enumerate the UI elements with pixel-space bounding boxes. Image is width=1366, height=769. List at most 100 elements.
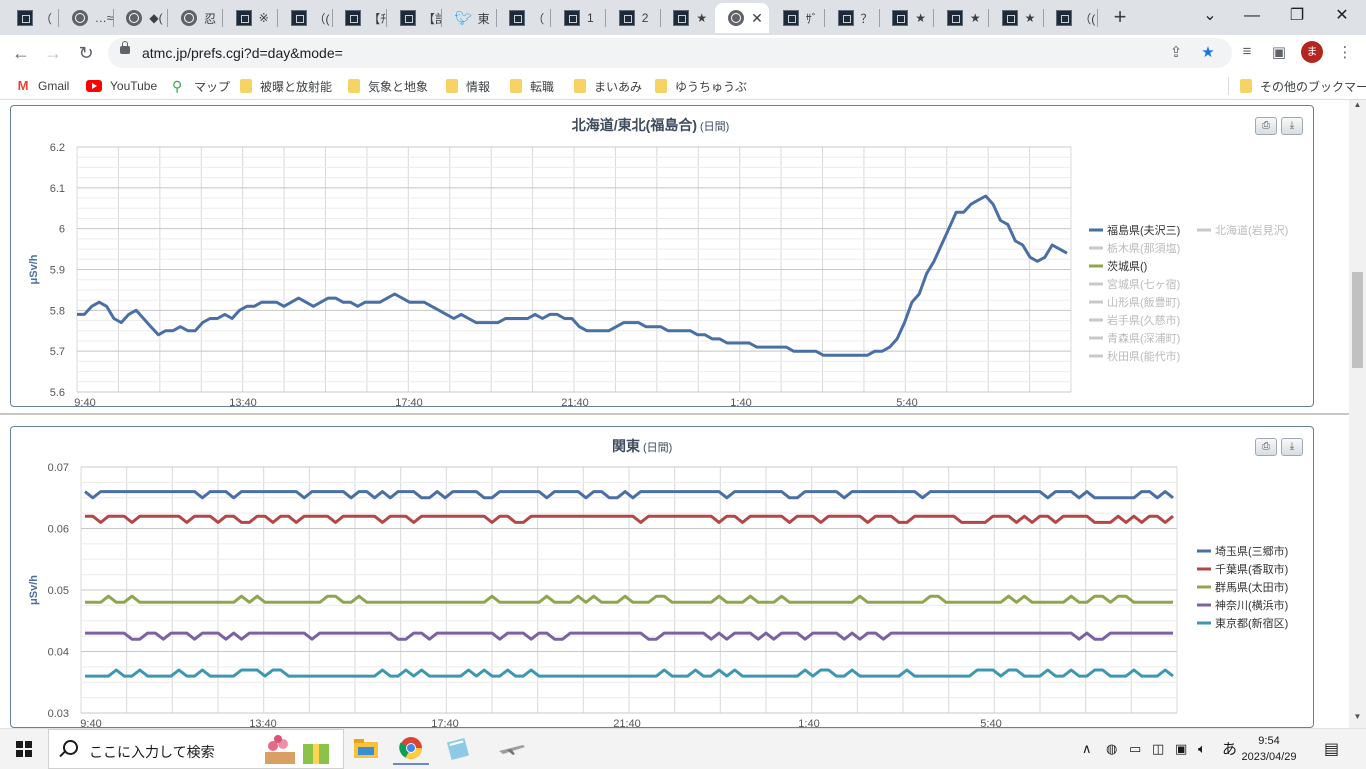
volume-icon[interactable]: 🔈︎: [1198, 741, 1206, 757]
tab-title: （: [40, 11, 53, 26]
browser-tab[interactable]: ✕: [715, 3, 770, 33]
browser-tab[interactable]: ★: [989, 3, 1043, 33]
legend-item: 秋田県(能代市): [1107, 349, 1180, 363]
download-chart-button[interactable]: ⤓: [1281, 438, 1303, 456]
display-icon[interactable]: ◫: [1152, 741, 1164, 757]
bookmark-label: Gmail: [38, 79, 70, 93]
y-tick-label: 0.05: [48, 585, 69, 597]
tab-title: （: [532, 11, 545, 26]
bookmark-item[interactable]: 転職: [510, 77, 554, 95]
x-tick-label: 1:40: [730, 397, 751, 406]
tab-title: （(: [313, 11, 330, 26]
show-hidden-icons[interactable]: ∧: [1082, 741, 1092, 757]
file-explorer-icon[interactable]: [348, 733, 384, 765]
start-button[interactable]: [16, 741, 32, 757]
browser-tab[interactable]: ★: [934, 3, 988, 33]
side-panel-icon[interactable]: ▣: [1268, 43, 1290, 63]
chart-subtitle: (日間): [700, 120, 729, 133]
forward-button[interactable]: →: [41, 41, 65, 65]
reload-button[interactable]: ↻: [74, 41, 98, 65]
bookmark-item[interactable]: ⚲ マップ: [172, 77, 230, 95]
close-tab-icon[interactable]: ✕: [751, 10, 763, 27]
tab-title: ※: [258, 11, 269, 25]
airplane-app-icon[interactable]: [493, 733, 529, 765]
y-axis-label: μSv/h: [28, 254, 40, 284]
tab-title: 忍: [204, 11, 217, 26]
bookmark-item[interactable]: ゆうちゅうぶ: [655, 77, 747, 95]
minimize-button[interactable]: —: [1230, 4, 1274, 28]
chrome-taskbar-icon[interactable]: [393, 733, 429, 765]
other-bookmarks[interactable]: その他のブックマーク: [1240, 77, 1366, 95]
browser-tab[interactable]: （(: [278, 3, 332, 33]
browser-tab[interactable]: …≈: [59, 3, 113, 33]
browser-tab[interactable]: 忍: [168, 3, 222, 33]
meet-now-icon[interactable]: ◍: [1106, 741, 1117, 757]
browser-tab[interactable]: 2: [606, 3, 660, 33]
x-tick-label: 9:40: [74, 397, 95, 406]
bookmark-item[interactable]: 被曝と放射能: [240, 77, 332, 95]
y-tick-label: 6.2: [50, 142, 65, 154]
browser-tab[interactable]: ★: [879, 3, 933, 33]
network-device-icon[interactable]: ▭: [1129, 741, 1141, 757]
tab-title: 【ﾁ: [368, 11, 387, 26]
browser-tab[interactable]: （: [4, 3, 58, 33]
bookmark-star-icon[interactable]: ★: [1198, 43, 1218, 63]
network-icon[interactable]: ▣: [1175, 741, 1187, 757]
taskbar-clock[interactable]: 9:54 2023/04/29: [1236, 733, 1302, 765]
bookmark-label: ゆうちゅうぶ: [675, 79, 748, 94]
back-button[interactable]: ←: [9, 41, 33, 65]
globe-icon: [728, 10, 745, 26]
profile-avatar[interactable]: ま: [1301, 41, 1323, 63]
bookmark-item[interactable]: M Gmail: [16, 77, 70, 95]
close-window-button[interactable]: ✕: [1320, 4, 1364, 28]
bookmark-item[interactable]: まいあみ: [574, 77, 642, 95]
download-chart-button[interactable]: ⤓: [1281, 117, 1303, 135]
tab-title: 【訁: [422, 11, 441, 26]
menu-icon[interactable]: ⋮: [1334, 43, 1356, 63]
search-highlight-image: [265, 735, 329, 764]
bookmark-item[interactable]: 気象と地象: [348, 77, 428, 95]
print-chart-button[interactable]: ⎙: [1255, 117, 1277, 135]
site-icon: [564, 10, 580, 26]
scroll-down-arrow[interactable]: ▼: [1349, 712, 1366, 726]
y-tick-label: 5.7: [50, 346, 65, 358]
notification-icon[interactable]: ▤: [1324, 739, 1339, 759]
site-icon: [509, 10, 526, 26]
scroll-thumb[interactable]: [1352, 272, 1363, 368]
browser-tab[interactable]: （: [496, 3, 550, 33]
browser-tab[interactable]: 1: [551, 3, 605, 33]
taskbar-search[interactable]: ここに入力して検索: [48, 729, 344, 769]
y-tick-label: 0.07: [48, 462, 69, 474]
browser-tab[interactable]: 🐦︎ 東: [442, 3, 496, 33]
bookmark-item[interactable]: YouTube: [86, 77, 157, 95]
tab-title: ★: [915, 11, 926, 25]
legend-item: 東京都(新宿区): [1215, 616, 1288, 630]
tab-title: 1: [587, 11, 594, 25]
browser-tab[interactable]: ？: [825, 3, 879, 33]
notes-app-icon[interactable]: [440, 733, 476, 765]
browser-tab[interactable]: ◆(: [113, 3, 167, 33]
browser-tab[interactable]: 【訁: [387, 3, 441, 33]
browser-tab[interactable]: ※: [223, 3, 277, 33]
scroll-up-arrow[interactable]: ▲: [1349, 100, 1366, 114]
tab-search-button[interactable]: ⌄: [1188, 4, 1232, 28]
site-icon: [618, 10, 635, 26]
print-chart-button[interactable]: ⎙: [1255, 438, 1277, 456]
search-placeholder[interactable]: ここに入力して検索: [89, 742, 215, 762]
lock-icon[interactable]: [120, 41, 130, 54]
page-scrollbar[interactable]: ▲ ▼: [1349, 100, 1366, 728]
new-tab-button[interactable]: +: [1108, 6, 1132, 30]
ime-indicator[interactable]: あ: [1222, 738, 1237, 759]
folder-icon: [574, 79, 586, 93]
share-icon[interactable]: ⇪: [1166, 43, 1186, 63]
globe-icon: [126, 10, 143, 26]
bookmark-item[interactable]: 情報: [446, 77, 490, 95]
maximize-button[interactable]: ❐: [1275, 4, 1319, 28]
browser-tab[interactable]: （(: [1043, 3, 1097, 33]
browser-tab[interactable]: ★: [660, 3, 714, 33]
url-text[interactable]: atmc.jp/prefs.cgi?d=day&mode=: [142, 45, 343, 61]
browser-tab[interactable]: 【ﾁ: [332, 3, 386, 33]
address-bar[interactable]: atmc.jp/prefs.cgi?d=day&mode= ⇪ ★: [108, 38, 1232, 68]
browser-tab[interactable]: ｻﾞ: [770, 3, 824, 33]
reading-list-icon[interactable]: ≡: [1236, 43, 1258, 63]
